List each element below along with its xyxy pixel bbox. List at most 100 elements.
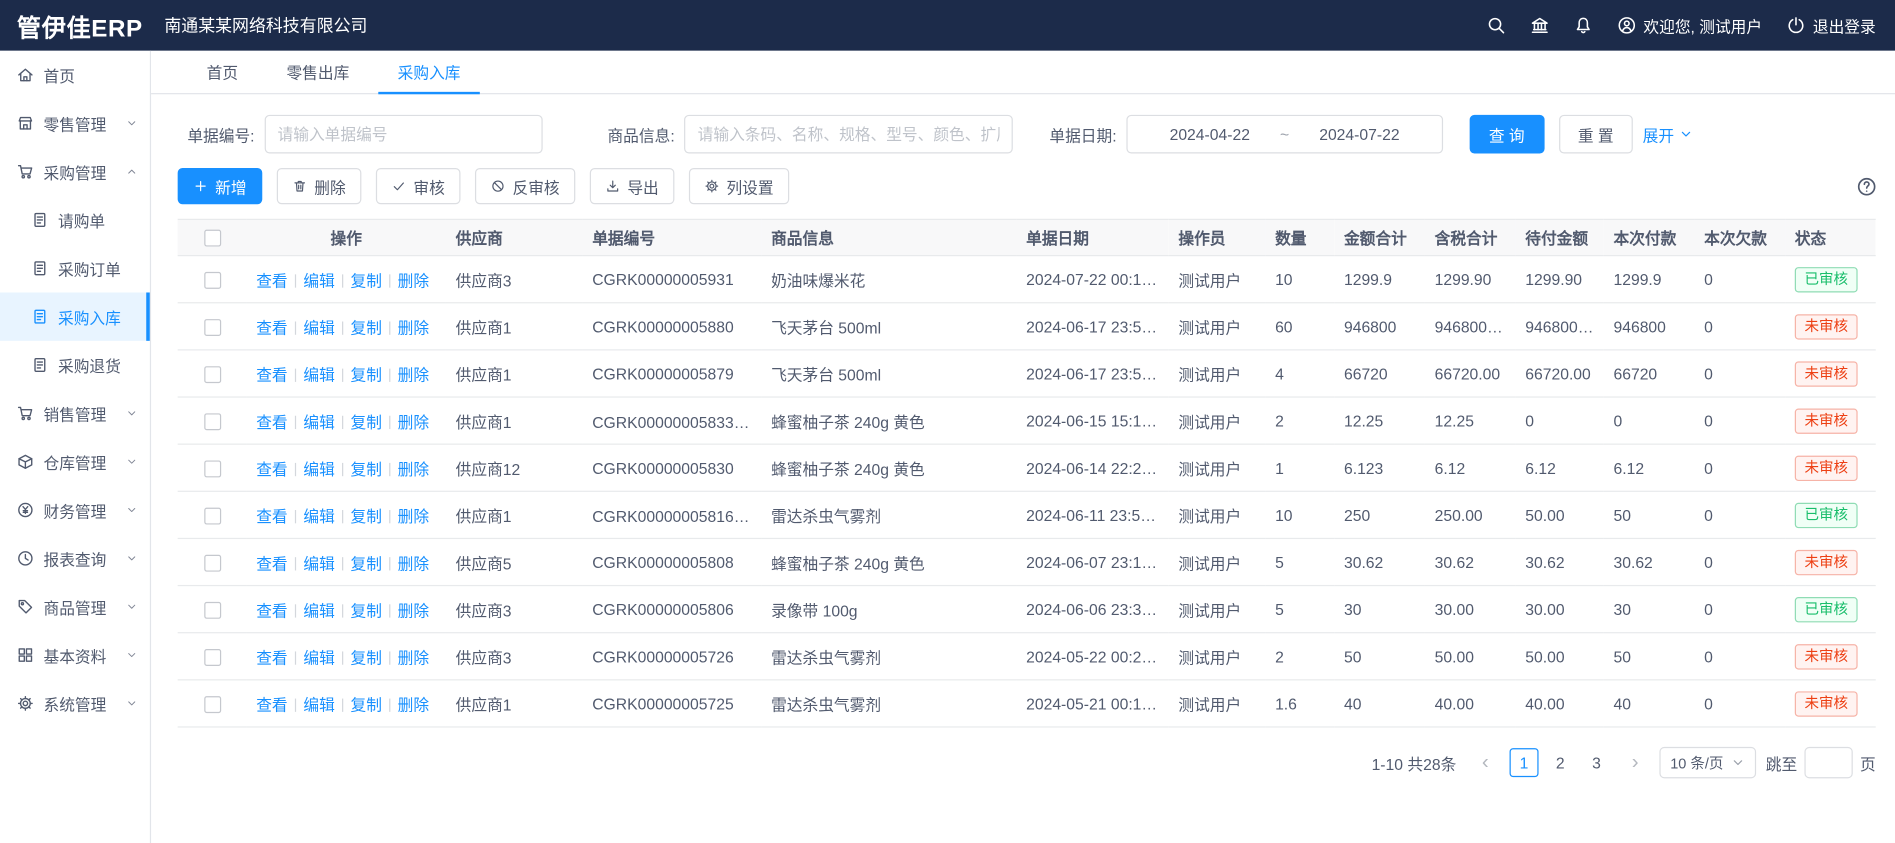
- row-action-view[interactable]: 查看: [256, 507, 287, 525]
- sidebar-item[interactable]: 销售管理: [0, 389, 150, 437]
- row-action-copy[interactable]: 复制: [351, 318, 382, 336]
- expand-link[interactable]: 展开: [1643, 123, 1694, 146]
- bank-icon[interactable]: [1530, 16, 1549, 35]
- logout-button[interactable]: 退出登录: [1786, 14, 1875, 37]
- search-icon[interactable]: [1486, 16, 1505, 35]
- sidebar-item[interactable]: 仓库管理: [0, 438, 150, 486]
- page-number-button[interactable]: 2: [1546, 748, 1575, 777]
- sidebar-item[interactable]: 报表查询: [0, 534, 150, 582]
- row-action-view[interactable]: 查看: [256, 601, 287, 619]
- add-button[interactable]: 新增: [178, 168, 263, 204]
- doc-icon: [31, 260, 48, 277]
- tab-item[interactable]: 采购入库: [378, 51, 480, 95]
- row-action-view[interactable]: 查看: [256, 460, 287, 478]
- order-no-input[interactable]: [264, 115, 542, 154]
- tab-item[interactable]: 首页: [187, 51, 257, 95]
- sidebar-item[interactable]: 首页: [0, 51, 150, 99]
- next-page-button[interactable]: ›: [1621, 748, 1650, 777]
- row-action-edit[interactable]: 编辑: [303, 460, 334, 478]
- row-action-edit[interactable]: 编辑: [303, 318, 334, 336]
- row-action-edit[interactable]: 编辑: [303, 507, 334, 525]
- row-action-edit[interactable]: 编辑: [303, 554, 334, 572]
- sidebar-item[interactable]: 采购管理: [0, 147, 150, 195]
- row-checkbox[interactable]: [204, 413, 221, 430]
- help-icon[interactable]: [1856, 176, 1877, 197]
- sidebar-item[interactable]: 零售管理: [0, 99, 150, 147]
- page-size-select[interactable]: 10 条/页: [1659, 747, 1756, 778]
- row-checkbox[interactable]: [204, 507, 221, 524]
- row-action-copy[interactable]: 复制: [351, 366, 382, 384]
- row-action-view[interactable]: 查看: [256, 554, 287, 572]
- row-action-delete[interactable]: 删除: [398, 271, 429, 289]
- row-checkbox[interactable]: [204, 460, 221, 477]
- delete-button[interactable]: 删除: [277, 168, 362, 204]
- page-number-button[interactable]: 1: [1509, 748, 1538, 777]
- row-action-edit[interactable]: 编辑: [303, 601, 334, 619]
- row-action-view[interactable]: 查看: [256, 271, 287, 289]
- row-action-delete[interactable]: 删除: [398, 696, 429, 714]
- row-action-edit[interactable]: 编辑: [303, 696, 334, 714]
- welcome-user[interactable]: 欢迎您, 测试用户: [1617, 14, 1762, 37]
- row-action-copy[interactable]: 复制: [351, 554, 382, 572]
- row-action-copy[interactable]: 复制: [351, 696, 382, 714]
- row-checkbox[interactable]: [204, 696, 221, 713]
- sidebar-item[interactable]: 系统管理: [0, 679, 150, 727]
- page-number-button[interactable]: 3: [1582, 748, 1611, 777]
- sidebar-item[interactable]: 采购订单: [0, 244, 150, 292]
- product-info-input[interactable]: [684, 115, 1013, 154]
- row-action-view[interactable]: 查看: [256, 696, 287, 714]
- row-action-copy[interactable]: 复制: [351, 413, 382, 431]
- audit-button[interactable]: 审核: [376, 168, 461, 204]
- row-action-copy[interactable]: 复制: [351, 648, 382, 666]
- sidebar-item-label: 采购订单: [58, 257, 138, 280]
- sidebar-item[interactable]: 采购退货: [0, 341, 150, 389]
- cell-qty: 5: [1275, 553, 1284, 571]
- row-action-view[interactable]: 查看: [256, 366, 287, 384]
- row-action-delete[interactable]: 删除: [398, 318, 429, 336]
- tab-item[interactable]: 零售出库: [267, 51, 369, 95]
- row-action-copy[interactable]: 复制: [351, 460, 382, 478]
- sidebar-item[interactable]: 基本资料: [0, 631, 150, 679]
- sidebar-item[interactable]: 财务管理: [0, 486, 150, 534]
- sidebar-item[interactable]: 采购入库: [0, 292, 150, 340]
- row-checkbox[interactable]: [204, 554, 221, 571]
- row-action-delete[interactable]: 删除: [398, 413, 429, 431]
- row-action-copy[interactable]: 复制: [351, 601, 382, 619]
- row-action-edit[interactable]: 编辑: [303, 271, 334, 289]
- row-action-view[interactable]: 查看: [256, 413, 287, 431]
- bell-icon[interactable]: [1573, 16, 1592, 35]
- unaudit-button[interactable]: 反审核: [475, 168, 575, 204]
- status-badge: 已审核: [1795, 266, 1858, 291]
- row-action-delete[interactable]: 删除: [398, 460, 429, 478]
- row-action-view[interactable]: 查看: [256, 318, 287, 336]
- row-action-delete[interactable]: 删除: [398, 554, 429, 572]
- reset-button[interactable]: 重 置: [1558, 115, 1632, 154]
- date-to[interactable]: 2024-07-22: [1294, 125, 1425, 143]
- jump-input[interactable]: [1804, 747, 1852, 778]
- row-checkbox[interactable]: [204, 602, 221, 619]
- row-action-edit[interactable]: 编辑: [303, 413, 334, 431]
- date-range-picker[interactable]: 2024-04-22 ~ 2024-07-22: [1126, 115, 1443, 154]
- column-settings-button[interactable]: 列设置: [689, 168, 789, 204]
- date-from[interactable]: 2024-04-22: [1144, 125, 1275, 143]
- sidebar-item[interactable]: 商品管理: [0, 583, 150, 631]
- row-checkbox[interactable]: [204, 366, 221, 383]
- row-action-delete[interactable]: 删除: [398, 601, 429, 619]
- export-button[interactable]: 导出: [590, 168, 675, 204]
- row-action-edit[interactable]: 编辑: [303, 366, 334, 384]
- row-action-delete[interactable]: 删除: [398, 366, 429, 384]
- search-button[interactable]: 查 询: [1470, 115, 1544, 154]
- row-action-delete[interactable]: 删除: [398, 648, 429, 666]
- logout-icon: [1786, 16, 1805, 35]
- row-checkbox[interactable]: [204, 649, 221, 666]
- row-checkbox[interactable]: [204, 319, 221, 336]
- row-action-delete[interactable]: 删除: [398, 507, 429, 525]
- row-action-copy[interactable]: 复制: [351, 507, 382, 525]
- row-action-copy[interactable]: 复制: [351, 271, 382, 289]
- row-checkbox[interactable]: [204, 272, 221, 289]
- sidebar-item[interactable]: 请购单: [0, 196, 150, 244]
- row-action-view[interactable]: 查看: [256, 648, 287, 666]
- select-all-checkbox[interactable]: [204, 230, 221, 247]
- row-action-edit[interactable]: 编辑: [303, 648, 334, 666]
- prev-page-button[interactable]: ‹: [1471, 748, 1500, 777]
